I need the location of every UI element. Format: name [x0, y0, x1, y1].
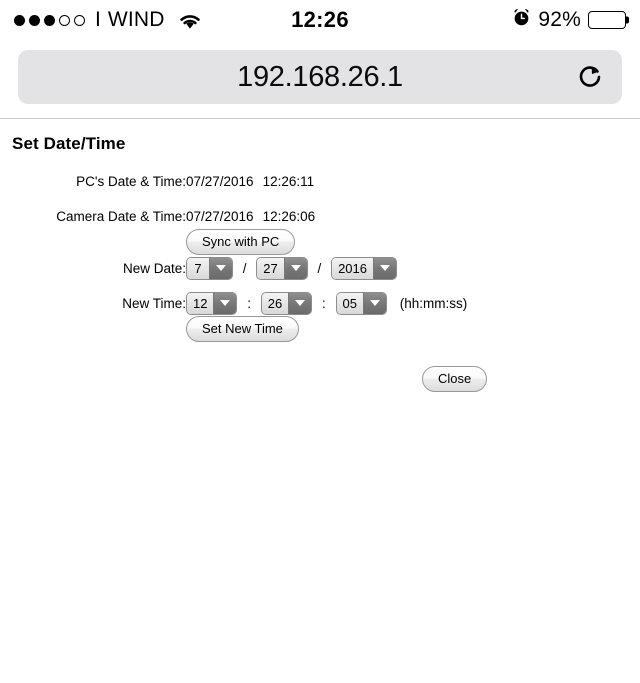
chevron-down-icon: [372, 257, 396, 279]
time-separator-1: :: [247, 295, 251, 311]
sync-with-pc-button[interactable]: Sync with PC: [186, 229, 296, 255]
month-select-value: 7: [187, 257, 209, 279]
hour-select-value: 12: [187, 292, 214, 314]
chevron-down-icon: [288, 292, 312, 314]
page-content: Set Date/Time PC's Date & Time: 07/27/20…: [0, 119, 640, 392]
status-bar-left: I WIND: [14, 8, 203, 32]
minute-select[interactable]: 26: [260, 291, 313, 315]
signal-dot-5: [74, 14, 85, 26]
new-date-label: New Date:: [122, 260, 186, 276]
minute-select-value: 26: [261, 292, 289, 314]
signal-dot-2: [29, 14, 40, 26]
set-new-time-button-row: Set New Time: [0, 316, 467, 342]
ios-status-bar: I WIND 12:26 92%: [0, 0, 640, 40]
camera-datetime-label: Camera Date & Time:: [56, 208, 186, 224]
spacer-row-2: [0, 281, 467, 290]
new-date-controls: 7 / 27 / 2016: [186, 255, 467, 281]
spacer-cell: [186, 281, 467, 290]
spacer-cell: [0, 194, 186, 203]
year-select[interactable]: 2016: [331, 256, 397, 280]
carrier-separator: I: [95, 8, 101, 31]
camera-time-value: 12:26:06: [262, 208, 316, 224]
battery-icon: [588, 11, 629, 29]
sync-row-content: Sync with PC: [186, 229, 467, 255]
battery-percentage: 92%: [538, 8, 581, 31]
alarm-clock-icon: [512, 8, 531, 32]
pc-time-value: 12:26:11: [262, 173, 315, 189]
browser-chrome: 192.168.26.1: [0, 40, 640, 119]
date-separator-1: /: [242, 260, 247, 276]
pc-datetime-value: 07/27/2016 12:26:11: [186, 168, 467, 194]
spacer-row-1: [0, 194, 467, 203]
close-button-wrapper: Close: [422, 366, 488, 392]
camera-datetime-value: 07/27/2016 12:26:06: [186, 203, 467, 229]
set-time-row-empty-label: [0, 316, 186, 342]
signal-dot-4: [59, 14, 70, 26]
time-format-hint: (hh:mm:ss): [399, 295, 468, 311]
hour-select[interactable]: 12: [186, 291, 238, 315]
set-new-time-button[interactable]: Set New Time: [186, 316, 299, 342]
carrier-name: WIND: [107, 8, 165, 31]
new-time-controls: 12 : 26 : 05 (hh:mm:ss): [186, 290, 467, 316]
page-title: Set Date/Time: [12, 134, 126, 153]
cellular-signal-dots: [14, 14, 85, 26]
month-select[interactable]: 7: [186, 256, 233, 280]
signal-dot-1: [14, 14, 25, 26]
reload-icon[interactable]: [574, 61, 606, 93]
close-button-row: Close: [0, 366, 640, 392]
pc-date-value: 07/27/2016: [186, 173, 254, 189]
chevron-down-icon: [213, 292, 237, 314]
pc-datetime-label: PC's Date & Time:: [76, 173, 186, 189]
date-separator-2: /: [317, 260, 322, 276]
battery-cap: [626, 16, 629, 24]
second-select[interactable]: 05: [335, 291, 387, 315]
second-select-value: 05: [336, 292, 363, 314]
url-bar[interactable]: 192.168.26.1: [18, 50, 622, 104]
day-select[interactable]: 27: [256, 256, 308, 280]
spacer-cell: [186, 194, 467, 203]
new-time-label: New Time:: [122, 295, 186, 311]
chevron-down-icon: [209, 257, 232, 279]
spacer-cell: [0, 281, 186, 290]
set-time-row-content: Set New Time: [186, 316, 467, 342]
chevron-down-icon: [283, 257, 307, 279]
datetime-form-table: PC's Date & Time: 07/27/2016 12:26:11 Cam…: [0, 168, 467, 342]
wifi-icon: [177, 11, 203, 30]
chevron-down-icon: [363, 292, 386, 314]
close-button[interactable]: Close: [422, 366, 488, 392]
pc-datetime-row: PC's Date & Time: 07/27/2016 12:26:11: [0, 168, 467, 194]
sync-button-row: Sync with PC: [0, 229, 467, 255]
status-bar-right: 92%: [512, 8, 629, 32]
time-separator-2: :: [322, 295, 326, 311]
url-text: 192.168.26.1: [237, 60, 403, 93]
year-select-value: 2016: [332, 257, 373, 279]
new-date-row: New Date: 7 / 27 / 2016: [0, 255, 467, 281]
new-time-row: New Time: 12 : 26 : 05 (hh:mm:ss): [0, 290, 467, 316]
signal-dot-3: [44, 14, 55, 26]
day-select-value: 27: [257, 257, 284, 279]
sync-row-empty-label: [0, 229, 186, 255]
camera-datetime-row: Camera Date & Time: 07/27/2016 12:26:06: [0, 203, 467, 229]
camera-date-value: 07/27/2016: [186, 208, 254, 224]
